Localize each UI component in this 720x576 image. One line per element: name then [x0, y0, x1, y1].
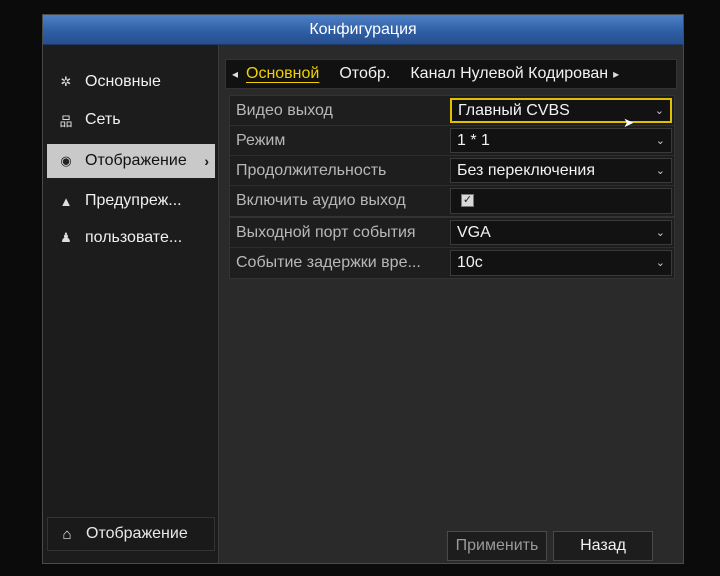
video-output-select[interactable]: Главный CVBS ⌄ ➤ — [450, 98, 672, 130]
setting-row-audio-output: Включить аудио выход ✓ — [230, 186, 674, 216]
audio-output-checkbox[interactable]: ✓ — [461, 194, 474, 207]
setting-label: Выходной порт события — [236, 224, 416, 241]
sidebar-item-display[interactable]: ◉ Отображение › — [47, 144, 215, 178]
sidebar-item-alarm[interactable]: ▲ Предупреж... — [47, 184, 215, 218]
tab-display[interactable]: Отобр. — [329, 65, 400, 83]
chevron-down-icon: ⌄ — [655, 165, 665, 177]
back-button[interactable]: Назад — [553, 531, 653, 561]
sidebar-item-general[interactable]: ✲ Основные — [47, 65, 215, 99]
users-icon: ♟ — [60, 230, 72, 245]
chevron-down-icon: ⌄ — [655, 257, 665, 269]
sidebar-item-label: Предупреж... — [85, 192, 182, 209]
gear-icon: ✲ — [60, 74, 72, 89]
window-title: Конфигурация — [43, 15, 683, 45]
tab-zero-channel[interactable]: Канал Нулевой Кодирован — [400, 65, 610, 83]
setting-row-duration: Продолжительность Без переключения ⌄ — [230, 156, 674, 186]
select-value: 10с — [457, 254, 483, 271]
network-icon: 品 — [59, 113, 73, 129]
sidebar-item-users[interactable]: ♟ пользовате... — [47, 221, 215, 255]
select-value: 1 * 1 — [457, 132, 490, 149]
apply-button[interactable]: Применить — [447, 531, 547, 561]
sidebar-item-label: Основные — [85, 73, 161, 90]
setting-row-video-output: Видео выход Главный CVBS ⌄ ➤ — [230, 96, 674, 130]
tab-bar: ◂ Основной Отобр. Канал Нулевой Кодирова… — [225, 59, 677, 89]
warning-icon: ▲ — [59, 193, 73, 209]
select-value: Без переключения — [457, 162, 596, 179]
sidebar-home-button[interactable]: ⌂ Отображение — [47, 517, 215, 551]
setting-label: Включить аудио выход — [236, 192, 406, 209]
config-window: Конфигурация ✲ Основные 品 Сеть ◉ Отображ… — [42, 14, 684, 564]
setting-label: Режим — [236, 132, 286, 149]
chevron-right-icon: › — [204, 153, 209, 169]
sidebar-item-label: пользовате... — [85, 229, 183, 246]
settings-group-output: Видео выход Главный CVBS ⌄ ➤ Режим 1 * 1… — [229, 95, 675, 217]
setting-row-mode: Режим 1 * 1 ⌄ — [230, 126, 674, 156]
sidebar-home-label: Отображение — [86, 525, 188, 542]
mode-select[interactable]: 1 * 1 ⌄ — [450, 128, 672, 153]
event-delay-select[interactable]: 10с ⌄ — [450, 250, 672, 276]
tab-scroll-left-icon[interactable]: ◂ — [226, 67, 244, 81]
audio-output-field: ✓ — [450, 188, 672, 214]
select-value: Главный CVBS — [458, 102, 570, 119]
eye-icon: ◉ — [60, 153, 72, 168]
setting-label: Видео выход — [236, 102, 333, 119]
tab-main[interactable]: Основной — [244, 65, 329, 83]
event-port-select[interactable]: VGA ⌄ — [450, 220, 672, 245]
setting-row-event-delay: Событие задержки вре... 10с ⌄ — [230, 248, 674, 278]
settings-group-event: Выходной порт события VGA ⌄ Событие заде… — [229, 217, 675, 279]
sidebar-item-label: Сеть — [85, 111, 121, 128]
sidebar-item-label: Отображение — [85, 152, 187, 169]
chevron-down-icon: ⌄ — [655, 135, 665, 147]
main-panel: ◂ Основной Отобр. Канал Нулевой Кодирова… — [221, 45, 683, 563]
tab-scroll-right-icon[interactable]: ▸ — [610, 67, 622, 81]
setting-label: Продолжительность — [236, 162, 387, 179]
setting-label: Событие задержки вре... — [236, 254, 421, 271]
select-value: VGA — [457, 224, 491, 241]
setting-row-event-port: Выходной порт события VGA ⌄ — [230, 218, 674, 248]
sidebar: ✲ Основные 品 Сеть ◉ Отображение › ▲ Пред… — [43, 45, 219, 563]
sidebar-item-network[interactable]: 品 Сеть — [47, 103, 215, 137]
chevron-down-icon: ⌄ — [654, 105, 664, 117]
home-icon: ⌂ — [62, 525, 72, 543]
duration-select[interactable]: Без переключения ⌄ — [450, 158, 672, 183]
chevron-down-icon: ⌄ — [655, 227, 665, 239]
